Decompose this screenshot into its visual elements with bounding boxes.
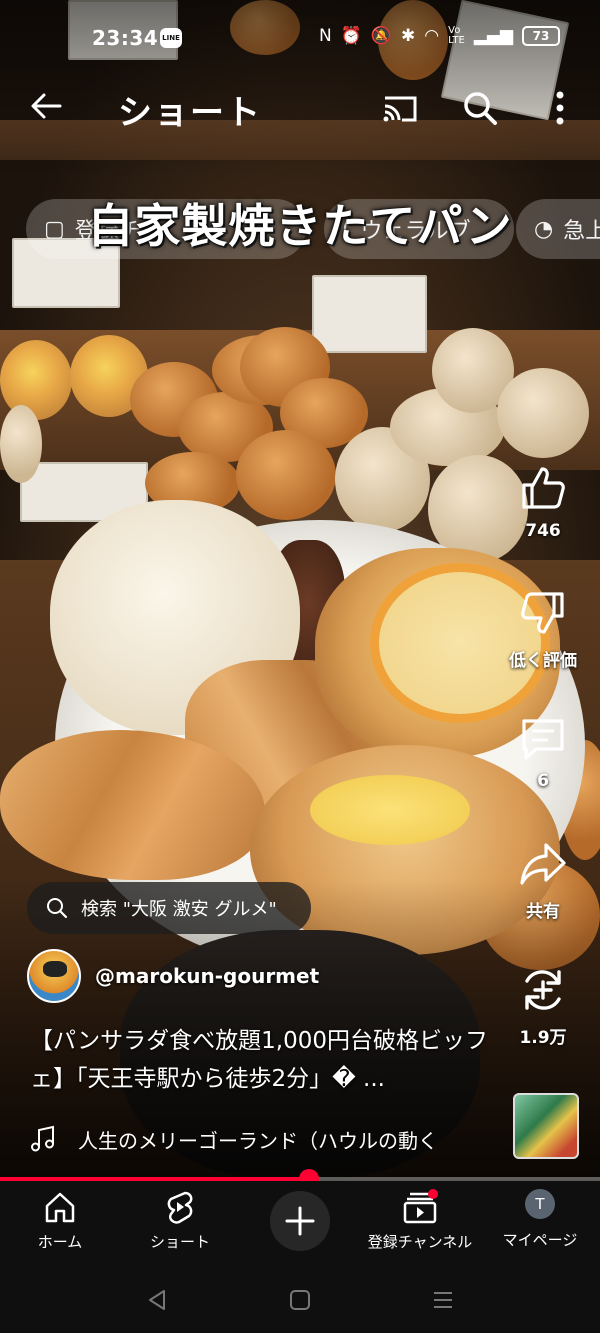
app-bar: ショート [0, 80, 600, 136]
like-button[interactable]: 746 [508, 463, 578, 541]
nav-you[interactable]: T マイページ [495, 1189, 585, 1250]
profile-avatar: T [525, 1189, 555, 1219]
subscriptions-icon [403, 1189, 438, 1224]
dislike-label: 低く評価 [509, 651, 577, 671]
like-count: 746 [525, 521, 561, 541]
nav-shorts[interactable]: ショート [140, 1189, 220, 1252]
share-label: 共有 [526, 902, 560, 922]
nav-shorts-label: ショート [149, 1233, 210, 1251]
create-button[interactable] [270, 1191, 330, 1251]
video-title[interactable]: 【パンサラダ食べ放題1,000円台破格ビッフェ】「天王寺駅から徒歩2分」� ..… [30, 1022, 500, 1098]
music-note-icon [31, 1125, 54, 1152]
channel-handle[interactable]: @marokun-gourmet [95, 964, 319, 988]
more-options-button[interactable] [545, 88, 575, 128]
system-back-icon[interactable] [140, 1283, 174, 1317]
remix-icon [525, 970, 561, 1010]
alarm-icon: ⏰ [340, 26, 362, 46]
bread-bun [0, 405, 42, 483]
system-recents-icon[interactable] [426, 1283, 460, 1317]
comments-button[interactable]: 6 [508, 713, 578, 791]
share-button[interactable]: 共有 [508, 839, 578, 922]
nav-home-label: ホーム [37, 1233, 83, 1251]
channel-avatar[interactable] [27, 949, 81, 1003]
shorts-icon [167, 1191, 193, 1224]
comment-icon [522, 719, 564, 760]
search-button[interactable] [460, 88, 500, 128]
music-thumbnail[interactable] [513, 1093, 579, 1159]
plus-icon [285, 1206, 315, 1236]
status-icons: N ⏰ 🔕 ✱ ◠ Vo LTE ▂▄▆ 73 [319, 26, 560, 46]
share-icon [520, 843, 566, 885]
search-suggestion-text: 検索 "大阪 激安 グルメ" [81, 899, 277, 920]
remix-button[interactable]: 1.9万 [508, 965, 578, 1048]
bread-bun [497, 368, 589, 458]
bread-bun [236, 430, 336, 520]
music-row[interactable]: 人生のメリーゴーランド（ハウルの動く [30, 1122, 500, 1156]
dislike-button[interactable]: 低く評価 [508, 588, 578, 671]
page-title: ショート [118, 93, 262, 133]
more-vertical-icon [556, 91, 564, 125]
status-bar: 23:34 LINE N ⏰ 🔕 ✱ ◠ Vo LTE ▂▄▆ 73 [0, 22, 600, 58]
mute-icon: 🔕 [370, 26, 393, 46]
line-notification-icon: LINE [160, 28, 182, 48]
battery-icon: 73 [522, 26, 560, 46]
search-icon [47, 898, 68, 919]
thumbs-up-icon [522, 467, 565, 509]
comment-count: 6 [537, 771, 549, 791]
channel-row[interactable]: @marokun-gourmet [27, 948, 319, 1004]
search-suggestion[interactable]: 検索 "大阪 激安 グルメ" [27, 882, 311, 934]
system-navigation-bar [0, 1267, 600, 1333]
cast-button[interactable] [380, 88, 420, 128]
nav-subscriptions-label: 登録チャンネル [367, 1233, 473, 1251]
nav-you-label: マイページ [502, 1231, 578, 1249]
back-button[interactable] [26, 86, 66, 126]
signal-icon: ▂▄▆ [473, 26, 513, 46]
bottom-navigation: ホーム ショート 登録チャンネル T マイページ [0, 1181, 600, 1267]
nfc-icon: N [318, 26, 332, 46]
price-card [312, 275, 427, 353]
volte-icon: Vo LTE [448, 25, 465, 46]
music-track: 人生のメリーゴーランド（ハウルの動く [78, 1128, 438, 1153]
arrow-left-icon [31, 93, 62, 119]
remix-count: 1.9万 [519, 1028, 567, 1048]
video-caption-overlay: 自家製焼きたてパン [87, 199, 513, 253]
nav-subscriptions[interactable]: 登録チャンネル [360, 1189, 480, 1252]
status-time: 23:34 [92, 26, 159, 50]
bluetooth-icon: ✱ [401, 26, 416, 46]
home-icon [45, 1192, 75, 1223]
thumbs-down-icon [521, 592, 564, 634]
search-icon [464, 92, 497, 125]
wifi-icon: ◠ [424, 26, 440, 46]
custard-cream [310, 775, 470, 845]
system-home-icon[interactable] [283, 1283, 317, 1317]
cast-icon [383, 96, 417, 122]
nav-home[interactable]: ホーム [30, 1189, 90, 1252]
